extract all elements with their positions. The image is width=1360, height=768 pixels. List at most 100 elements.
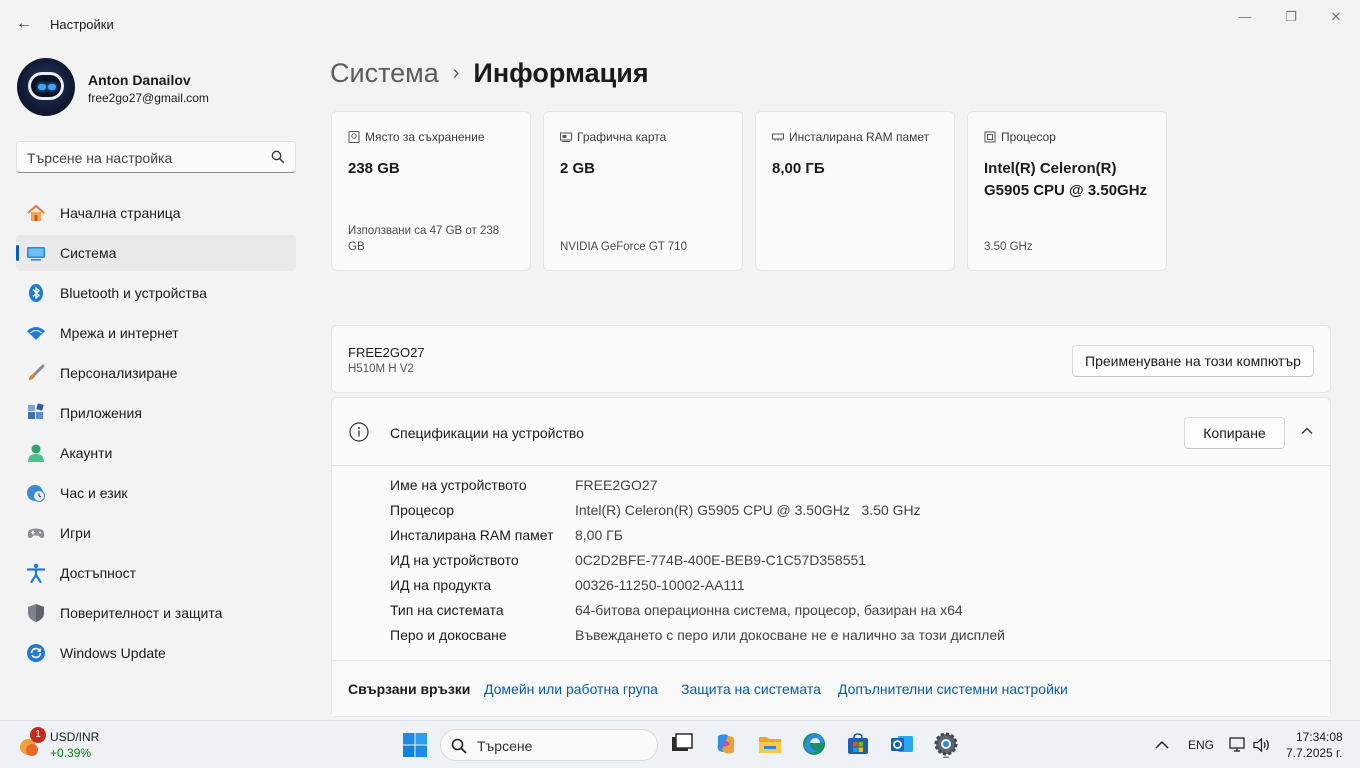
sidebar-item-label: Час и език — [60, 485, 128, 501]
widget-change: +0.39% — [50, 746, 92, 760]
settings-icon[interactable] — [932, 730, 960, 758]
cpu-card[interactable]: Процесор Intel(R) Celeron(R) G5905 CPU @… — [967, 111, 1167, 271]
system-protection-link[interactable]: Защита на системата — [681, 681, 821, 697]
sidebar-item-bluetooth[interactable]: Bluetooth и устройства — [16, 275, 296, 311]
close-button[interactable]: ✕ — [1325, 8, 1347, 26]
spec-label: Инсталирана RAM памет — [390, 527, 554, 543]
sidebar-item-label: Достъпност — [60, 565, 137, 581]
taskbar: 1 USD/INR +0.39% Търсене ENG 17:34:08 7.… — [0, 720, 1360, 768]
info-icon — [349, 422, 369, 442]
card-value: Intel(R) Celeron(R) G5905 CPU @ 3.50GHz — [984, 160, 1148, 199]
spec-label: Процесор — [390, 502, 455, 518]
sidebar-item-label: Поверителност и защита — [60, 605, 223, 621]
windows-start-icon[interactable] — [402, 732, 428, 758]
app-title: Настройки — [50, 17, 114, 32]
home-icon — [27, 204, 45, 221]
gamepad-icon — [27, 528, 45, 538]
sidebar-item-time-language[interactable]: Час и език — [16, 475, 296, 511]
taskbar-search-label: Търсене — [477, 738, 533, 754]
volume-icon[interactable] — [1252, 735, 1272, 755]
chevron-up-icon[interactable] — [1300, 424, 1314, 438]
spec-label: Тип на системата — [390, 602, 504, 618]
sidebar-item-personalization[interactable]: Персонализиране — [16, 355, 296, 391]
pc-model: H510M H V2 — [348, 363, 414, 375]
copy-specs-button[interactable]: Копиране — [1184, 417, 1285, 449]
edge-icon[interactable] — [800, 730, 828, 758]
sidebar-item-label: Мрежа и интернет — [60, 325, 179, 341]
gpu-card[interactable]: Графична карта 2 GB NVIDIA GeForce GT 71… — [543, 111, 743, 271]
sidebar-item-apps[interactable]: Приложения — [16, 395, 296, 431]
rename-pc-button[interactable]: Преименуване на този компютър — [1072, 345, 1314, 377]
related-links-title: Свързани връзки — [348, 681, 471, 697]
search-icon[interactable] — [271, 150, 285, 164]
card-title: Място за съхранение — [365, 130, 485, 144]
wifi-icon — [27, 327, 45, 340]
sidebar-item-system[interactable]: Система — [16, 235, 296, 271]
spec-value: Въвеждането с перо или докосване не е на… — [575, 627, 1005, 643]
domain-workgroup-link[interactable]: Домейн или работна група — [484, 681, 658, 697]
input-language[interactable]: ENG — [1188, 738, 1214, 752]
store-icon[interactable] — [844, 730, 872, 758]
widgets-button[interactable]: 1 USD/INR +0.39% — [16, 727, 136, 763]
sidebar-item-label: Приложения — [60, 405, 142, 421]
related-links-bar: Свързани връзки Домейн или работна група… — [332, 660, 1330, 716]
outlook-icon[interactable] — [888, 730, 916, 758]
sidebar-item-gaming[interactable]: Игри — [16, 515, 296, 551]
taskbar-search[interactable]: Търсене — [440, 729, 658, 761]
storage-card[interactable]: Място за съхранение 238 GB Използвани са… — [331, 111, 531, 271]
sidebar-item-home[interactable]: Начална страница — [16, 195, 296, 231]
sidebar-item-label: Начална страница — [60, 205, 181, 221]
sidebar-item-windows-update[interactable]: Windows Update — [16, 635, 296, 671]
back-button[interactable]: ← — [14, 14, 34, 34]
spec-value: 0C2D2BFE-774B-400E-BEB9-C1C57D358551 — [575, 552, 867, 568]
system-icon — [27, 247, 45, 261]
ram-icon — [772, 133, 784, 141]
left-eye — [38, 84, 46, 90]
profile-email: free2go27@gmail.com — [88, 91, 209, 105]
accounts-icon — [28, 444, 44, 462]
sidebar-item-privacy[interactable]: Поверителност и защита — [16, 595, 296, 631]
widget-title: USD/INR — [50, 730, 100, 744]
breadcrumb-parent[interactable]: Система — [330, 58, 439, 88]
network-icon[interactable] — [1228, 735, 1248, 755]
page-title: Информация — [473, 58, 649, 88]
advanced-system-settings-link[interactable]: Допълнителни системни настройки — [838, 681, 1068, 697]
chevron-up-icon[interactable] — [1152, 735, 1172, 755]
sidebar-item-accounts[interactable]: Акаунти — [16, 435, 296, 471]
sidebar-item-label: Windows Update — [60, 645, 166, 661]
spec-label: ИД на продукта — [390, 577, 492, 593]
spec-value: 64-битова операционна система, процесор,… — [575, 602, 963, 618]
file-explorer-icon[interactable] — [756, 730, 784, 758]
sidebar-item-label: Система — [60, 245, 117, 261]
minimize-button[interactable]: — — [1234, 8, 1256, 26]
settings-search-input[interactable] — [27, 148, 267, 168]
clock-time[interactable]: 17:34:08 — [1296, 730, 1343, 744]
notification-badge: 1 — [30, 727, 46, 743]
right-eye — [48, 84, 56, 90]
shield-icon — [28, 604, 44, 622]
device-specifications-title: Спецификации на устройство — [390, 425, 584, 441]
avatar — [17, 58, 75, 116]
task-view-icon[interactable] — [668, 730, 696, 758]
clock-date[interactable]: 7.7.2025 г. — [1286, 746, 1342, 760]
cpu-icon — [984, 131, 996, 143]
maximize-button[interactable]: ❐ — [1280, 8, 1302, 26]
user-profile[interactable]: Anton Danailov free2go27@gmail.com — [17, 58, 297, 118]
copilot-icon[interactable] — [712, 730, 740, 758]
spec-label: ИД на устройството — [390, 552, 519, 568]
sidebar-item-accessibility[interactable]: Достъпност — [16, 555, 296, 591]
pc-name: FREE2GO27 — [348, 345, 425, 360]
card-title: Процесор — [1001, 130, 1056, 144]
settings-search-box[interactable] — [16, 141, 296, 173]
brush-icon — [29, 364, 45, 380]
ram-card[interactable]: Инсталирана RAM памет 8,00 ГБ — [755, 111, 955, 271]
device-specifications-header[interactable]: Спецификации на устройство Копиране — [332, 398, 1330, 466]
storage-icon — [348, 131, 360, 143]
sidebar-item-network[interactable]: Мрежа и интернет — [16, 315, 296, 351]
sidebar-item-label: Bluetooth и устройства — [60, 285, 207, 301]
profile-name: Anton Danailov — [88, 72, 191, 88]
card-subtext: NVIDIA GeForce GT 710 — [560, 241, 687, 253]
card-subtext: 3.50 GHz — [984, 241, 1033, 253]
title-bar: ← Настройки — ❐ ✕ — [0, 0, 1360, 48]
sidebar-nav: Начална страница Система Bluetooth и уст… — [16, 195, 296, 675]
